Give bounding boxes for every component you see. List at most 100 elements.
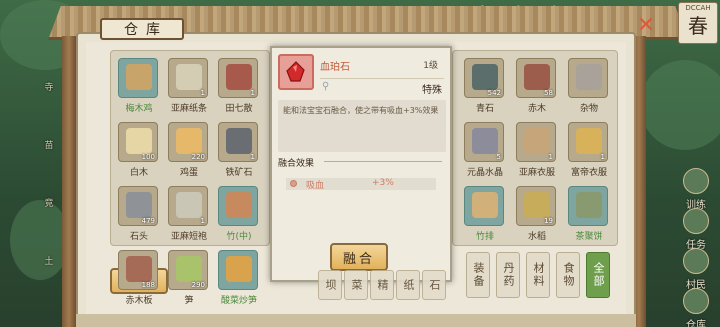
fuse-button[interactable]: 融合	[330, 243, 388, 271]
item-icon	[472, 192, 498, 218]
item-name: 亚麻纸条	[170, 104, 207, 114]
inventory-slot[interactable]: 1 富帝衣服	[568, 122, 608, 178]
left-menu-item[interactable]: 苗	[40, 138, 58, 151]
close-icon[interactable]: ✕	[636, 15, 656, 37]
item-count: 290	[191, 281, 205, 289]
inventory-slot[interactable]: 100 白木	[118, 122, 158, 178]
item-count: 100	[141, 153, 155, 161]
item-icon	[126, 192, 152, 218]
divider	[324, 161, 442, 162]
inventory-slot[interactable]: 220 鸡蛋	[168, 122, 208, 178]
category-tab[interactable]: 石	[422, 270, 446, 300]
inventory-slot[interactable]: 梅木鸡	[118, 58, 158, 114]
category-tab[interactable]: 菜	[344, 270, 368, 300]
item-name: 亚麻短袍	[170, 232, 207, 242]
inventory-slot[interactable]: 1 铁矿石	[218, 122, 258, 178]
inventory-slot[interactable]: 茶聚饼	[568, 186, 608, 242]
inventory-slot[interactable]: 竹(中)	[218, 186, 258, 242]
panel-title: 仓库	[100, 18, 184, 40]
item-level: 1级	[423, 61, 438, 71]
item-icon	[226, 192, 252, 218]
category-tab[interactable]: 材料	[526, 252, 550, 298]
item-icon	[524, 128, 550, 154]
inventory-slot[interactable]: 290 笋	[168, 250, 208, 306]
left-menu-item[interactable]: 土	[40, 254, 58, 267]
inventory-slot[interactable]: 酸菜炒笋	[218, 250, 258, 306]
item-icon	[226, 64, 252, 90]
item-name: 青石	[475, 104, 494, 114]
item-name: 茶聚饼	[575, 232, 603, 242]
inventory-slot[interactable]: 1 田七散	[218, 58, 258, 114]
item-icon	[126, 64, 152, 90]
left-menu: 寺苗竞土	[0, 40, 60, 327]
special-type-icon: ⚲	[322, 81, 330, 92]
item-name: 石头	[129, 232, 148, 242]
inventory-slot[interactable]: 542 青石	[464, 58, 504, 114]
inventory-slot[interactable]: 58 赤木	[516, 58, 556, 114]
menu-icon	[683, 288, 709, 314]
item-icon	[226, 128, 252, 154]
category-tab[interactable]: 食物	[556, 252, 580, 298]
item-name: 富帝衣服	[570, 168, 607, 178]
right-menu-item[interactable]: 村民	[678, 248, 714, 291]
season-indicator: DCCAH 春	[678, 2, 718, 44]
effect-heading: 融合效果	[278, 159, 315, 169]
inventory-slot[interactable]: 5 元晶水晶	[464, 122, 504, 178]
item-icon	[126, 128, 152, 154]
item-icon	[472, 64, 498, 90]
item-count: 542	[487, 89, 501, 97]
item-name: 亚麻衣服	[518, 168, 555, 178]
inventory-slot[interactable]: 188 赤木板	[118, 250, 158, 306]
item-icon	[126, 256, 152, 282]
effect-value: +3%	[372, 178, 394, 188]
inventory-slot[interactable]: 19 水稻	[516, 186, 556, 242]
menu-label: 仓库	[686, 320, 706, 327]
item-count: 1	[250, 89, 255, 97]
left-menu-item[interactable]: 竞	[40, 196, 58, 209]
item-icon	[576, 192, 602, 218]
bottom-strip	[76, 314, 636, 327]
blood-amber-icon	[278, 54, 314, 90]
item-name: 酸菜炒笋	[220, 296, 257, 306]
item-count: 1	[548, 153, 553, 161]
item-icon	[524, 192, 550, 218]
item-name: 元晶水晶	[466, 168, 503, 178]
inventory-slot[interactable]: 1 亚麻衣服	[516, 122, 556, 178]
item-name: 杂物	[579, 104, 598, 114]
right-menu-item[interactable]: 仓库	[678, 288, 714, 327]
category-tab[interactable]: 坝	[318, 270, 342, 300]
inventory-slot[interactable]: 479 石头	[118, 186, 158, 242]
item-count: 479	[141, 217, 155, 225]
item-name: 鸡蛋	[179, 168, 198, 178]
category-tab[interactable]: 丹药	[496, 252, 520, 298]
item-count: 1	[200, 89, 205, 97]
right-menu-item[interactable]: 训练	[678, 168, 714, 211]
category-tab[interactable]: 精	[370, 270, 394, 300]
menu-icon	[683, 208, 709, 234]
item-description: 能和法宝宝石融合，使之带有吸血+3%效果	[278, 100, 446, 152]
inventory-slot[interactable]: 杂物	[568, 58, 608, 114]
right-menu-item[interactable]: 任务	[678, 208, 714, 251]
category-tab[interactable]: 纸	[396, 270, 420, 300]
item-name: 赤木板	[125, 296, 153, 306]
item-name: 竹(中)	[226, 232, 252, 242]
item-name: 竹排	[475, 232, 494, 242]
category-tab[interactable]: 全部	[586, 252, 610, 298]
item-icon	[524, 64, 550, 90]
category-tab[interactable]: 装备	[466, 252, 490, 298]
item-name: 铁矿石	[225, 168, 253, 178]
item-icon	[576, 128, 602, 154]
item-count: 58	[544, 89, 553, 97]
item-type-label: 特殊	[422, 85, 442, 96]
item-count: 5	[496, 153, 501, 161]
item-count: 188	[141, 281, 155, 289]
bullet-icon	[290, 180, 297, 187]
inventory-slot[interactable]: 1 亚麻纸条	[168, 58, 208, 114]
item-icon	[576, 64, 602, 90]
left-menu-item[interactable]: 寺	[40, 80, 58, 93]
item-count: 1	[600, 153, 605, 161]
item-count: 19	[544, 217, 553, 225]
inventory-slot[interactable]: 1 亚麻短袍	[168, 186, 208, 242]
item-count: 220	[191, 153, 205, 161]
inventory-slot[interactable]: 竹排	[464, 186, 504, 242]
